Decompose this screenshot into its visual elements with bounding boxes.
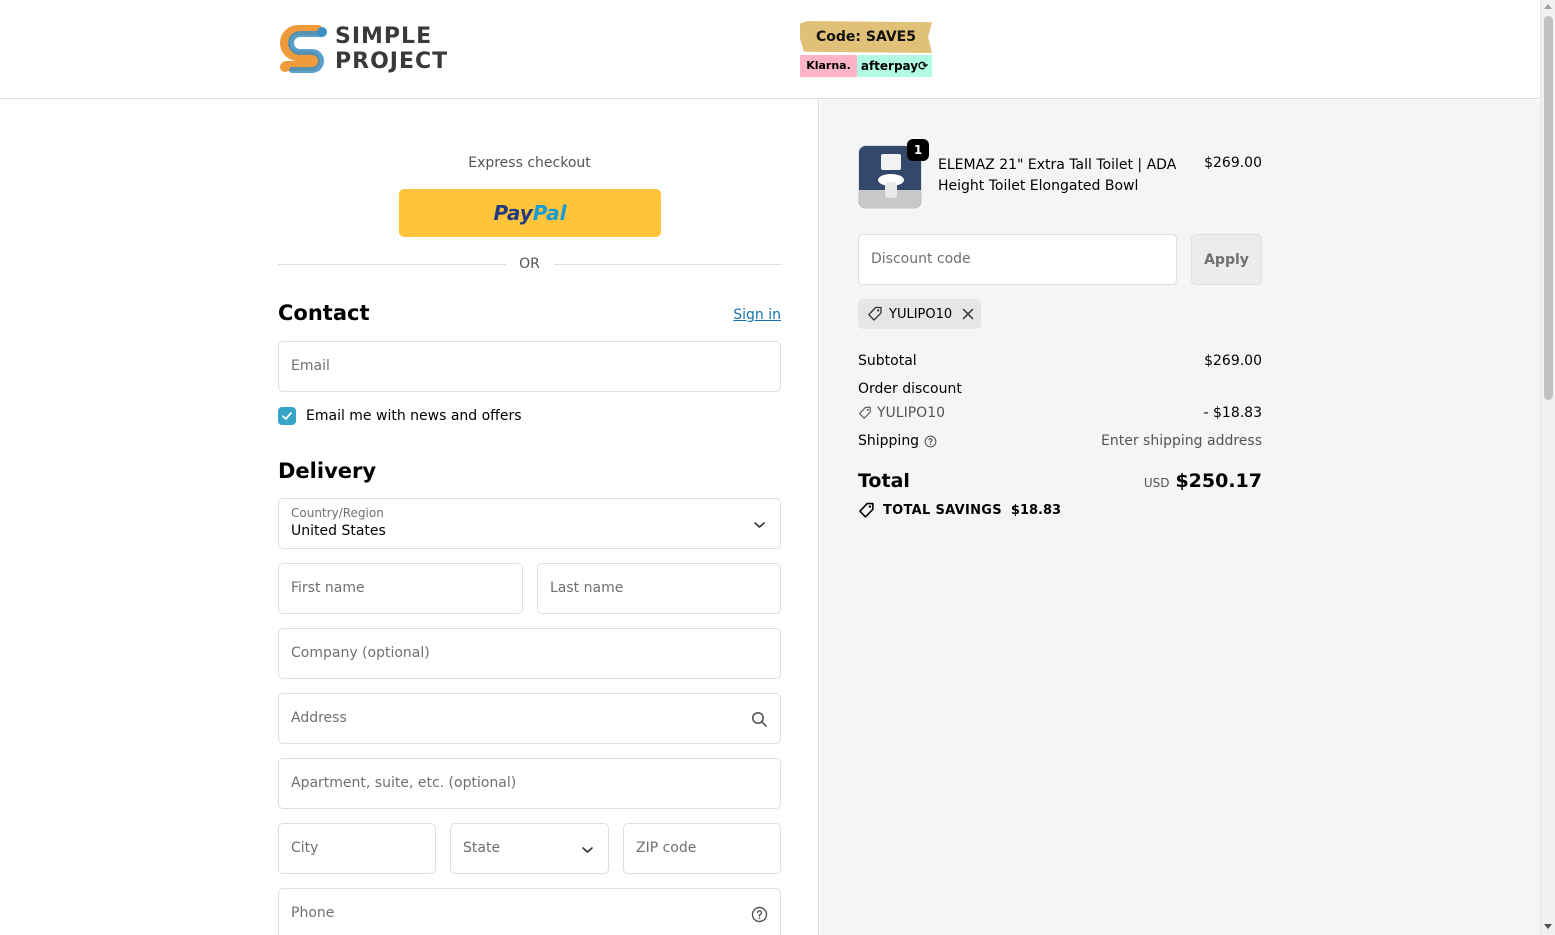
total-value: $250.17 — [1175, 470, 1262, 492]
applied-discount-code: YULIPO10 — [889, 306, 953, 322]
first-name-placeholder: First name — [291, 580, 365, 596]
city-field[interactable]: City — [278, 823, 436, 874]
shipping-value: Enter shipping address — [1101, 433, 1262, 449]
order-summary: 1 ELEMAZ 21" Extra Tall Toilet | ADA Hei… — [820, 100, 1540, 935]
address-placeholder: Address — [291, 710, 347, 726]
logo-text: SIMPLE PROJECT — [335, 24, 448, 74]
company-placeholder: Company (optional) — [291, 645, 430, 661]
company-field[interactable]: Company (optional) — [278, 628, 781, 679]
store-logo[interactable]: SIMPLE PROJECT — [278, 24, 460, 76]
logo-mark-icon — [280, 25, 327, 73]
newsletter-label: Email me with news and offers — [306, 408, 522, 424]
applied-discount-chip: YULIPO10 — [858, 299, 981, 329]
paypal-logo-pay: Pay — [493, 201, 533, 225]
shipping-row: Shipping — [858, 433, 937, 449]
check-icon — [282, 412, 292, 420]
scrollbar-thumb[interactable] — [1544, 16, 1553, 400]
divider-line-right — [554, 264, 781, 265]
phone-field[interactable]: Phone — [278, 888, 781, 935]
order-discount-label: Order discount — [858, 381, 962, 397]
total-currency: USD — [1143, 476, 1170, 490]
discount-code-placeholder: Discount code — [871, 251, 971, 267]
state-select[interactable]: State — [450, 823, 609, 874]
discount-code-field[interactable]: Discount code — [858, 234, 1177, 285]
phone-placeholder: Phone — [291, 905, 335, 921]
tag-icon — [859, 406, 871, 419]
logo-line-2: PROJECT — [335, 49, 449, 74]
newsletter-checkbox[interactable] — [278, 407, 296, 425]
last-name-placeholder: Last name — [550, 580, 624, 596]
discount-code-row: YULIPO10 — [858, 405, 945, 421]
country-value: United States — [291, 523, 386, 539]
state-placeholder: State — [463, 840, 501, 856]
paypal-logo-pal: Pal — [532, 201, 567, 225]
zip-placeholder: ZIP code — [636, 840, 697, 856]
header: SIMPLE PROJECT Code: SAVE5 Klarna. after… — [0, 0, 1540, 99]
address-field[interactable]: Address — [278, 693, 781, 744]
scroll-down-arrow-icon[interactable] — [1544, 924, 1552, 929]
subtotal-value: $269.00 — [1204, 353, 1262, 369]
delivery-title: Delivery — [278, 459, 377, 483]
last-name-field[interactable]: Last name — [537, 563, 781, 614]
promo-banner: Code: SAVE5 Klarna. afterpay⟳ — [800, 21, 932, 77]
checkout-form: Express checkout Pay Pal OR Contact Sign … — [0, 100, 819, 935]
apartment-placeholder: Apartment, suite, etc. (optional) — [291, 775, 517, 791]
total-savings-row: TOTAL SAVINGS $18.83 — [858, 502, 1061, 519]
subtotal-label: Subtotal — [858, 353, 917, 369]
help-icon[interactable] — [924, 435, 937, 448]
page-scrollbar[interactable] — [1540, 0, 1555, 935]
search-icon — [752, 712, 767, 727]
discount-value: - $18.83 — [1203, 405, 1263, 421]
discount-code-text: YULIPO10 — [877, 405, 946, 421]
help-icon[interactable] — [751, 906, 768, 923]
total-savings-value: $18.83 — [1010, 503, 1062, 518]
sign-in-link[interactable]: Sign in — [700, 307, 781, 323]
total-amount: USD $250.17 — [1062, 470, 1262, 492]
apartment-field[interactable]: Apartment, suite, etc. (optional) — [278, 758, 781, 809]
chevron-down-icon — [754, 522, 765, 528]
tag-icon — [868, 306, 882, 321]
express-checkout-label: Express checkout — [468, 155, 591, 171]
paypal-button[interactable]: Pay Pal — [399, 189, 661, 237]
first-name-field[interactable]: First name — [278, 563, 523, 614]
scroll-up-arrow-icon[interactable] — [1544, 4, 1552, 9]
total-label: Total — [858, 470, 910, 492]
product-price: $269.00 — [1204, 155, 1262, 171]
logo-line-1: SIMPLE — [335, 24, 433, 49]
email-placeholder: Email — [291, 358, 330, 374]
email-field[interactable]: Email — [278, 341, 781, 392]
chevron-down-icon — [582, 847, 593, 853]
shipping-label: Shipping — [858, 433, 920, 449]
city-placeholder: City — [291, 840, 319, 856]
country-label: Country/Region — [291, 506, 384, 520]
country-select[interactable]: Country/Region United States — [278, 498, 781, 549]
contact-title: Contact — [278, 301, 370, 325]
klarna-badge: Klarna. — [800, 55, 857, 77]
promo-code-label: Code: SAVE5 — [800, 21, 932, 53]
zip-field[interactable]: ZIP code — [623, 823, 781, 874]
total-savings-label: TOTAL SAVINGS — [883, 503, 1002, 518]
afterpay-badge: afterpay⟳ — [857, 55, 932, 77]
quantity-badge: 1 — [907, 139, 929, 161]
close-icon[interactable] — [962, 308, 974, 320]
apply-discount-button[interactable]: Apply — [1191, 234, 1262, 285]
newsletter-option[interactable]: Email me with news and offers — [278, 405, 522, 427]
product-name: ELEMAZ 21" Extra Tall Toilet | ADA Heigh… — [938, 157, 1177, 194]
or-divider: OR — [278, 255, 781, 275]
tag-icon — [859, 502, 874, 518]
